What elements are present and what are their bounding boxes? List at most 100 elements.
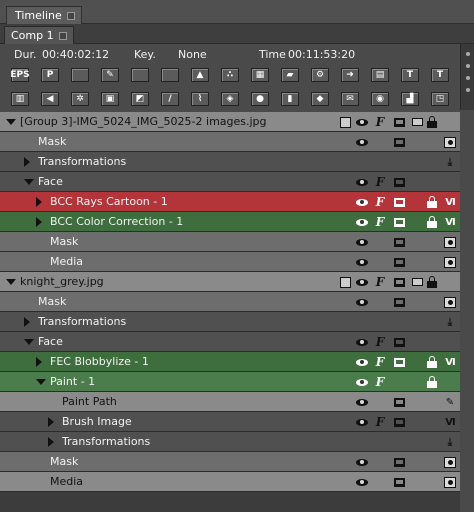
monitor-icon[interactable] — [392, 335, 406, 349]
filter-f-icon[interactable]: F — [373, 355, 387, 369]
folder-icon[interactable]: ▰ — [280, 66, 300, 84]
visibility-eye-icon[interactable] — [355, 375, 369, 389]
monitor-icon[interactable] — [392, 475, 406, 489]
vi-icon[interactable]: VI — [443, 355, 457, 369]
rounded-rect-icon[interactable] — [70, 66, 90, 84]
comp-tab-menu-icon[interactable] — [58, 31, 67, 40]
timeline-tab[interactable]: Timeline — [6, 6, 82, 24]
monitor-icon[interactable] — [392, 275, 406, 289]
pen-icon[interactable]: ✎ — [100, 66, 120, 84]
visibility-eye-icon[interactable] — [355, 355, 369, 369]
tree-row[interactable]: BCC Color Correction - 1 F VI — [0, 212, 460, 232]
p-icon[interactable]: P — [40, 66, 60, 84]
mail-icon[interactable] — [410, 115, 424, 129]
tree-row[interactable]: Brush Image F VI — [0, 412, 460, 432]
filter-f-icon[interactable]: F — [373, 375, 387, 389]
transform-icon[interactable]: ⤓ — [443, 315, 457, 329]
toolbar-scrollbar[interactable] — [460, 44, 474, 110]
filter-f-icon[interactable]: F — [373, 335, 387, 349]
visibility-eye-icon[interactable] — [355, 295, 369, 309]
diamond-icon[interactable]: ◆ — [310, 90, 330, 108]
visibility-eye-icon[interactable] — [355, 335, 369, 349]
visibility-eye-icon[interactable] — [355, 255, 369, 269]
pencil-icon[interactable]: / — [160, 90, 180, 108]
visibility-eye-icon[interactable] — [355, 415, 369, 429]
tree-row[interactable]: Face F — [0, 172, 460, 192]
cube-icon[interactable]: ◈ — [220, 90, 240, 108]
gradient-icon[interactable] — [160, 66, 180, 84]
record-icon[interactable]: ◉ — [370, 90, 390, 108]
monitor-icon[interactable] — [392, 295, 406, 309]
filter-f-icon[interactable]: F — [373, 215, 387, 229]
monitor-icon[interactable] — [392, 355, 406, 369]
tree-row[interactable]: Transformations ⤓ — [0, 432, 460, 452]
sphere-icon[interactable]: ● — [250, 90, 270, 108]
tab-menu-icon[interactable] — [66, 11, 75, 20]
bar-level-icon[interactable]: ▥ — [10, 90, 30, 108]
book-icon[interactable]: ▤ — [370, 66, 390, 84]
vi-icon[interactable]: VI — [443, 415, 457, 429]
monitor-icon[interactable] — [392, 215, 406, 229]
audio-icon[interactable]: ◀ — [40, 90, 60, 108]
tree-row[interactable]: Media — [0, 252, 460, 272]
expand-right-icon[interactable] — [36, 197, 42, 207]
visibility-eye-icon[interactable] — [355, 235, 369, 249]
expand-right-icon[interactable] — [24, 317, 30, 327]
expand-right-icon[interactable] — [36, 357, 42, 367]
tree-row[interactable]: Paint Path ✎ — [0, 392, 460, 412]
visibility-eye-icon[interactable] — [355, 175, 369, 189]
visibility-eye-icon[interactable] — [355, 275, 369, 289]
folder-gear-icon[interactable]: ⚙ — [310, 66, 330, 84]
visibility-eye-icon[interactable] — [355, 455, 369, 469]
mask-shape-icon[interactable] — [443, 135, 457, 149]
expand-down-icon[interactable] — [6, 119, 16, 125]
histogram-icon[interactable]: ▟ — [400, 90, 420, 108]
media-icon[interactable] — [443, 475, 457, 489]
pen-nib-icon[interactable]: ✎ — [443, 395, 457, 409]
monitor-icon[interactable] — [392, 395, 406, 409]
visibility-eye-icon[interactable] — [355, 395, 369, 409]
visibility-eye-icon[interactable] — [355, 135, 369, 149]
checkbox-icon[interactable] — [338, 115, 352, 129]
mail-icon[interactable]: ✉ — [340, 90, 360, 108]
visibility-eye-icon[interactable] — [355, 215, 369, 229]
expand-right-icon[interactable] — [36, 217, 42, 227]
expand-down-icon[interactable] — [6, 279, 16, 285]
lock-icon[interactable] — [425, 195, 439, 209]
monitor-icon[interactable] — [392, 415, 406, 429]
mask-shape-icon[interactable] — [443, 295, 457, 309]
text-bold-icon[interactable]: T — [430, 66, 450, 84]
tree-row[interactable]: Transformations ⤓ — [0, 312, 460, 332]
tree-row[interactable]: BCC Rays Cartoon - 1 F VI — [0, 192, 460, 212]
filter-f-icon[interactable]: F — [373, 195, 387, 209]
monitor-icon[interactable] — [392, 455, 406, 469]
filter-f-icon[interactable]: F — [373, 175, 387, 189]
dots-box-icon[interactable]: ▣ — [100, 90, 120, 108]
monitor-icon[interactable] — [392, 195, 406, 209]
rectangle-icon[interactable] — [130, 66, 150, 84]
mail-icon[interactable] — [410, 275, 424, 289]
vi-icon[interactable]: VI — [443, 215, 457, 229]
monitor-icon[interactable] — [392, 135, 406, 149]
tree-row[interactable]: knight_grey.jpg F — [0, 272, 460, 292]
crop-icon[interactable]: ◩ — [130, 90, 150, 108]
visibility-eye-icon[interactable] — [355, 195, 369, 209]
brush-icon[interactable]: ⌇ — [190, 90, 210, 108]
wheel-icon[interactable]: ✲ — [70, 90, 90, 108]
monitor-icon[interactable] — [392, 255, 406, 269]
filter-f-icon[interactable]: F — [373, 415, 387, 429]
particles-icon[interactable]: ∴ — [220, 66, 240, 84]
vi-icon[interactable]: VI — [443, 195, 457, 209]
monitor-icon[interactable] — [392, 235, 406, 249]
tree-row[interactable]: Mask — [0, 292, 460, 312]
cylinder-icon[interactable]: ▮ — [280, 90, 300, 108]
expand-right-icon[interactable] — [24, 157, 30, 167]
checkbox-icon[interactable] — [338, 275, 352, 289]
visibility-eye-icon[interactable] — [355, 475, 369, 489]
expand-down-icon[interactable] — [36, 379, 46, 385]
visibility-eye-icon[interactable] — [355, 115, 369, 129]
transform-icon[interactable]: ⤓ — [443, 435, 457, 449]
media-icon[interactable] — [443, 255, 457, 269]
expand-down-icon[interactable] — [24, 339, 34, 345]
lock-icon[interactable] — [425, 355, 439, 369]
